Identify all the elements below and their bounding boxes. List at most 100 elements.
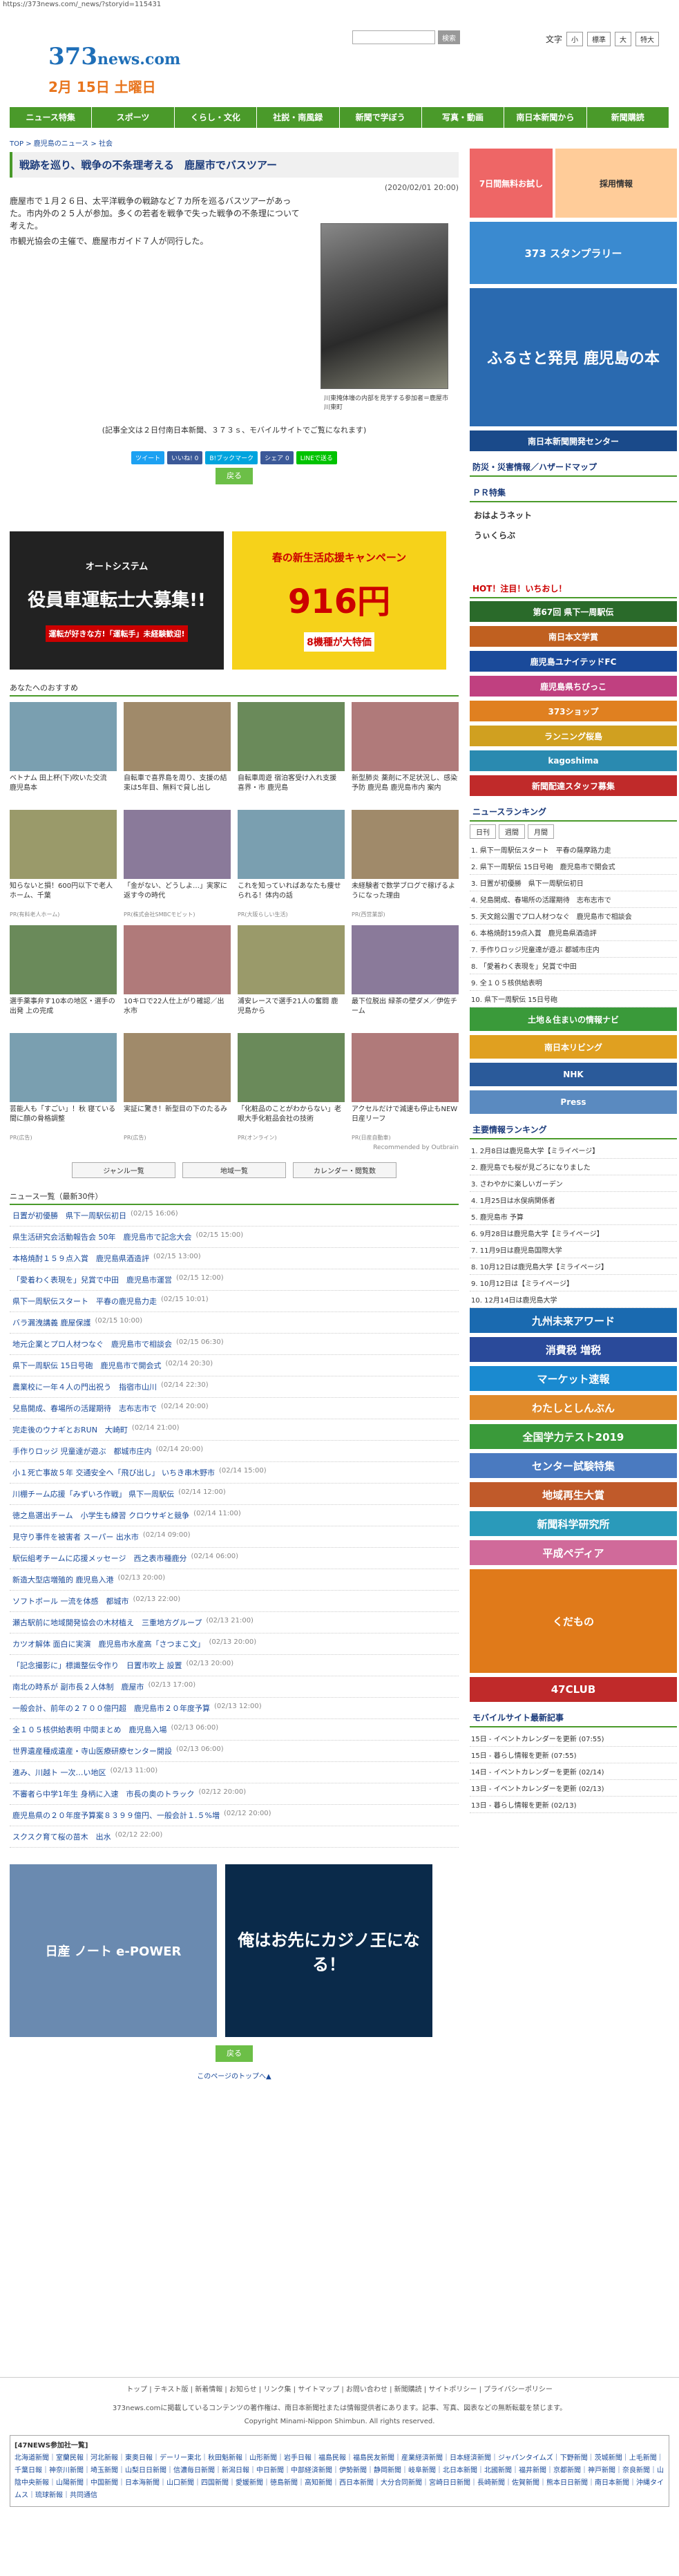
font-xl-button[interactable]: 特大: [635, 32, 660, 46]
news-title[interactable]: スクスク育て桜の苗木 出水: [12, 1831, 111, 1842]
news-title[interactable]: 世界遺産種成遺産・寺山医療研療センター開設: [12, 1745, 172, 1756]
article-photo[interactable]: [321, 223, 448, 389]
news-item[interactable]: カツオ解体 面白に実演 鹿児島市水産高「さつまこ文」 (02/13 20:00): [10, 1633, 459, 1655]
recommend-card[interactable]: アクセルだけで減速も停止もNEW日産リーフ PR(日産自動車): [352, 1033, 459, 1142]
outbrain-credit[interactable]: Recommended by Outbrain: [10, 1144, 459, 1151]
list-entry[interactable]: 2. 県下一周駅伝 15日号砲 鹿児島市で開会式: [470, 858, 677, 875]
bookmark-button[interactable]: B!ブックマーク: [205, 451, 258, 464]
feature-banner[interactable]: センター試験特集: [470, 1453, 677, 1478]
nav-item[interactable]: 社説・南風録: [257, 107, 340, 128]
font-std-button[interactable]: 標準: [587, 32, 611, 46]
news-title[interactable]: 鹿児島県の２０年度予算案８３９９億円、一般会計１.５%増: [12, 1810, 220, 1821]
news-item[interactable]: 世界遺産種成遺産・寺山医療研療センター開設 (02/13 06:00): [10, 1741, 459, 1762]
news-title[interactable]: 県下一周駅伝スタート 平春の鹿児島力走: [12, 1296, 157, 1307]
news-title[interactable]: 県下一周駅伝 15日号砲 鹿児島市で開会式: [12, 1360, 162, 1371]
feature-banner[interactable]: くだもの: [470, 1569, 677, 1673]
list-entry[interactable]: 4. 兒島開成、春場所の活躍期待 志布志市で: [470, 891, 677, 908]
recommend-card[interactable]: 浦安レースで選手21人の奮闘 鹿児島から: [238, 925, 345, 1026]
sub-banner[interactable]: 南日本リビング: [470, 1035, 677, 1059]
page-top-link[interactable]: このページのトップへ▲: [10, 2070, 459, 2081]
list-entry[interactable]: 5. 鹿児島市 予算: [470, 1209, 677, 1225]
news-title[interactable]: 完走後のウナギとおRUN 大崎町: [12, 1424, 128, 1435]
font-large-button[interactable]: 大: [615, 32, 632, 46]
feature-banner[interactable]: 全国学力テスト2019: [470, 1424, 677, 1449]
news-item[interactable]: 一般会計、前年の２７００億円超 鹿児島市２０年度予算 (02/13 12:00): [10, 1698, 459, 1719]
news-title[interactable]: 徳之島選出チーム 小学生も練習 クロウサギと競争: [12, 1510, 189, 1521]
news-item[interactable]: 見守り事件を被害者 スーパー 出水市 (02/14 09:00): [10, 1526, 459, 1548]
news-item[interactable]: 県下一周駅伝スタート 平春の鹿児島力走 (02/15 10:01): [10, 1291, 459, 1312]
news-item[interactable]: 鹿児島県の２０年度予算案８３９９億円、一般会計１.５%増 (02/12 20:00…: [10, 1805, 459, 1826]
tab-calendar[interactable]: カレンダー・閲覧数: [293, 1162, 396, 1178]
list-entry[interactable]: 5. 天文館公園でプロ人材つなぐ 鹿児島市で相談会: [470, 908, 677, 925]
search-input[interactable]: [352, 30, 435, 44]
feature-banner[interactable]: わたしとしんぶん: [470, 1395, 677, 1420]
ad-autosystem[interactable]: オートシステム 役員車運転士大募集!! 運転が好きな方!「運転手」未経験歓迎!: [10, 531, 224, 670]
disaster-link[interactable]: 防災・災害情報／ハザードマップ: [470, 458, 677, 477]
recommend-card[interactable]: 選手薬事弁す10本の地区・選手の出発 上の完成: [10, 925, 117, 1026]
news-item[interactable]: ソフトボール 一流を体感 都城市 (02/13 22:00): [10, 1591, 459, 1612]
news-item[interactable]: 完走後のウナギとおRUN 大崎町 (02/14 21:00): [10, 1419, 459, 1441]
news-item[interactable]: 不審者ら中学1年生 身柄に入速 市長の奥のトラック (02/12 20:00): [10, 1783, 459, 1805]
news-title[interactable]: 進み、川越ト 一次…い地区: [12, 1767, 106, 1778]
list-entry[interactable]: 14日 - イベントカレンダーを更新 (02/14): [470, 1763, 677, 1780]
recommend-card[interactable]: 自転車周遊 宿泊客受け入れ支援 喜界・市 鹿児島: [238, 702, 345, 803]
news-item[interactable]: 兒島開成、春場所の活躍期待 志布志市で (02/14 20:00): [10, 1398, 459, 1419]
recommend-card[interactable]: 未経験者で数学ブログで稼げるようになった理由 PR(西営業部): [352, 810, 459, 918]
nav-item[interactable]: 新聞で学ぼう: [340, 107, 422, 128]
news-title[interactable]: 新造大型店増殖的 鹿児島入港: [12, 1574, 114, 1585]
news-item[interactable]: 徳之島選出チーム 小学生も練習 クロウサギと競争 (02/14 11:00): [10, 1505, 459, 1526]
news-title[interactable]: 兒島開成、春場所の活躍期待 志布志市で: [12, 1403, 157, 1414]
recommend-card[interactable]: 実証に驚き！新型目の下のたるみ PR(広告): [124, 1033, 231, 1142]
feature-banner[interactable]: 地域再生大賞: [470, 1482, 677, 1507]
news-item[interactable]: 県下一周駅伝 15日号砲 鹿児島市で開会式 (02/14 20:30): [10, 1355, 459, 1376]
news-title[interactable]: 地元企業とプロ人材つなぐ 鹿児島市で相談会: [12, 1338, 172, 1349]
recommend-card[interactable]: 自転車で喜界島を周り、支援の結束は5年目、無料で貸し出し: [124, 702, 231, 803]
nav-item[interactable]: 新聞購読: [587, 107, 669, 128]
promo-banner[interactable]: kagoshima: [470, 750, 677, 771]
news-item[interactable]: 農業校に一年４人の門出祝う 指宿市山川 (02/14 22:30): [10, 1376, 459, 1398]
nav-item[interactable]: ニュース特集: [10, 107, 93, 128]
feature-banner[interactable]: 新聞科学研究所: [470, 1511, 677, 1536]
recommend-card[interactable]: 10キロで22人仕上がり確認／出水市: [124, 925, 231, 1026]
news-item[interactable]: 日置が初優勝 県下一周駅伝初日 (02/15 16:06): [10, 1205, 459, 1227]
news-title[interactable]: 全１０５核供給表明 中間まとめ 鹿児島入場: [12, 1724, 167, 1735]
list-entry[interactable]: 1. 県下一周駅伝スタート 平春の薩摩路力走: [470, 842, 677, 858]
news-title[interactable]: 川棚チーム応援「みずいろ作戦」 県下一周駅伝: [12, 1488, 174, 1499]
promo-banner[interactable]: 南日本文学賞: [470, 626, 677, 647]
news-item[interactable]: 地元企業とプロ人材つなぐ 鹿児島市で相談会 (02/15 06:30): [10, 1334, 459, 1355]
list-entry[interactable]: 13日 - イベントカレンダーを更新 (02/13): [470, 1780, 677, 1797]
nav-item[interactable]: くらし・文化: [175, 107, 258, 128]
news-item[interactable]: 「愛着わく表現を」兒賞で中田 鹿児島市運営 (02/15 12:00): [10, 1269, 459, 1291]
news-title[interactable]: 一般会計、前年の２７００億円超 鹿児島市２０年度予算: [12, 1703, 210, 1714]
feature-banner[interactable]: 消費税 増税: [470, 1337, 677, 1362]
list-entry[interactable]: 2. 鹿児島でも桜が見ごろになりました: [470, 1159, 677, 1175]
tab-region[interactable]: 地域一覧: [182, 1162, 286, 1178]
promo-banner[interactable]: 鹿児島県ちびっこ: [470, 676, 677, 697]
tab-genre[interactable]: ジャンル一覧: [72, 1162, 175, 1178]
news-title[interactable]: 駅伝組考チームに応援メッセージ 西之表市種鹿分: [12, 1553, 187, 1564]
news-item[interactable]: 県生活研究会活動報告会 50年 鹿児島市で記念大会 (02/15 15:00): [10, 1227, 459, 1248]
line-button[interactable]: LINEで送る: [296, 451, 337, 464]
news-item[interactable]: 小１死亡事故５年 交通安全へ「飛び出し」 いちき串木野市 (02/14 15:00…: [10, 1462, 459, 1484]
ad-rakuten[interactable]: 春の新生活応援キャンペーン 916円 8機種が大特価: [232, 531, 446, 670]
list-entry[interactable]: 13日 - 暮らし情報を更新 (02/13): [470, 1797, 677, 1813]
nav-item[interactable]: 南日本新聞から: [504, 107, 587, 128]
list-entry[interactable]: 8. 「愛着わく表現を」兒賞で中田: [470, 958, 677, 974]
news-title[interactable]: 日置が初優勝 県下一周駅伝初日: [12, 1210, 126, 1221]
side-books-banner[interactable]: ふるさと発見 鹿児島の本: [470, 288, 677, 426]
news-item[interactable]: 新造大型店増殖的 鹿児島入港 (02/13 20:00): [10, 1569, 459, 1591]
feature-banner[interactable]: マーケット速報: [470, 1366, 677, 1391]
promo-banner[interactable]: 第67回 県下一周駅伝: [470, 601, 677, 622]
list-entry[interactable]: 4. 1月25日は水俣病関係者: [470, 1192, 677, 1209]
news-title[interactable]: 不審者ら中学1年生 身柄に入速 市長の奥のトラック: [12, 1788, 195, 1799]
list-entry[interactable]: 3. さわやかに楽しいガーデン: [470, 1175, 677, 1192]
side-trial-banner[interactable]: 7日間無料お試し: [470, 149, 553, 218]
list-entry[interactable]: 15日 - 暮らし情報を更新 (07:55): [470, 1747, 677, 1763]
rank-tab-weekly[interactable]: 週間: [499, 824, 525, 839]
sub-banner[interactable]: Press: [470, 1090, 677, 1114]
news-item[interactable]: 南北の時系が 副市長２人体制 鹿屋市 (02/13 17:00): [10, 1676, 459, 1698]
site-logo[interactable]: 373news.com: [48, 43, 180, 70]
pr-item[interactable]: うぃくらぶ: [470, 525, 677, 545]
list-entry[interactable]: 1. 2月8日は鹿児島大学【ミライページ】: [470, 1142, 677, 1159]
list-entry[interactable]: 15日 - イベントカレンダーを更新 (07:55): [470, 1730, 677, 1747]
